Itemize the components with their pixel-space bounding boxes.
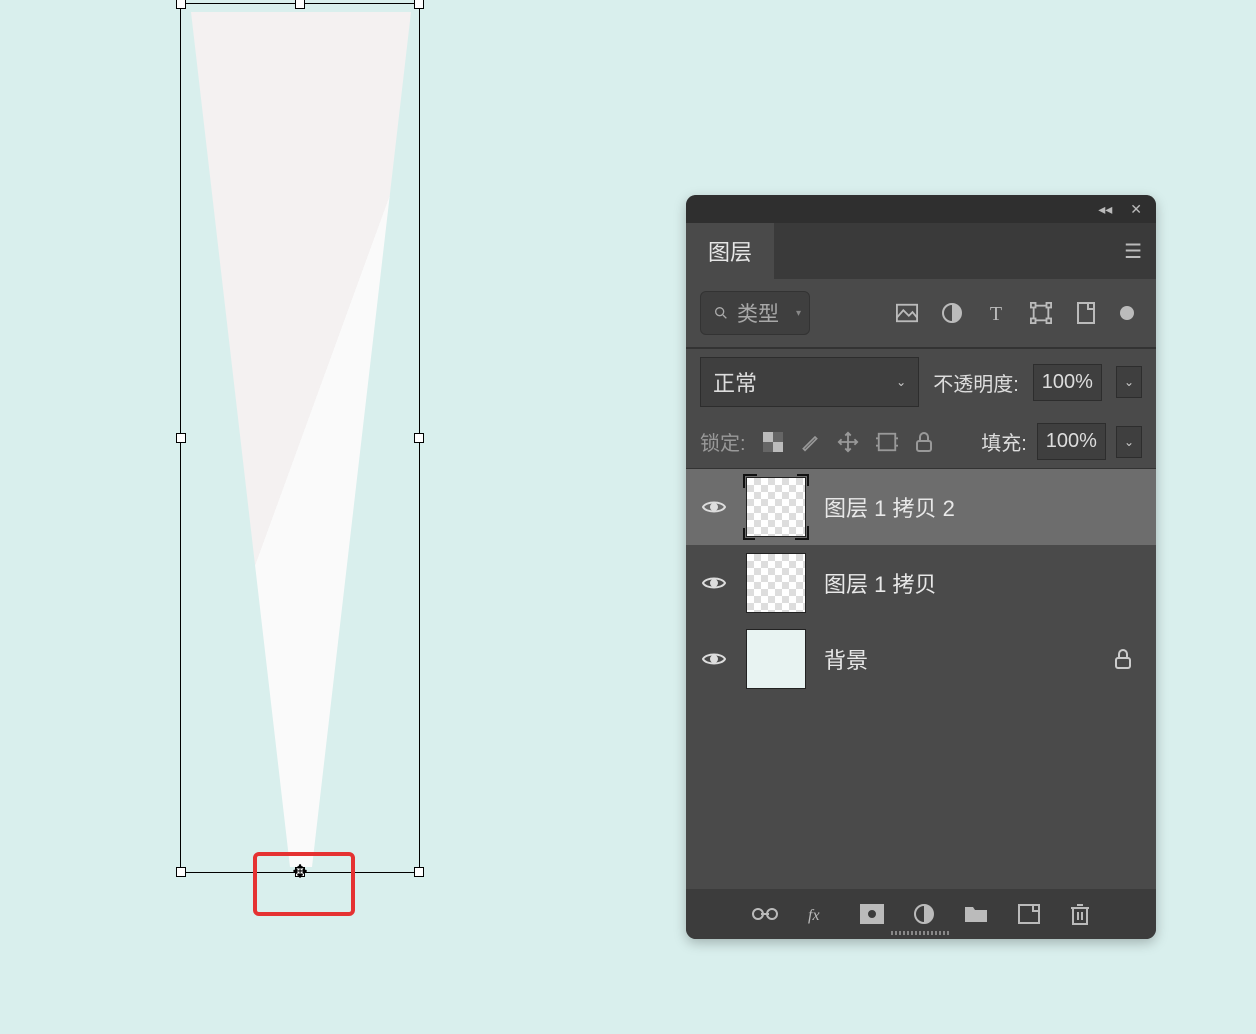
annotation-highlight [253,852,355,916]
transform-bounding-box[interactable]: ✥ [180,3,420,873]
chevron-down-icon: ▾ [796,308,801,319]
collapse-icon[interactable]: ◂◂ [1098,201,1112,218]
handle-middle-left[interactable] [176,433,186,443]
new-group-icon[interactable] [964,904,988,924]
new-layer-icon[interactable] [1018,904,1040,924]
layer-name[interactable]: 背景 [824,643,868,675]
layer-thumbnail[interactable] [746,553,806,613]
filter-adjustment-icon[interactable] [942,303,962,323]
filter-smartobject-icon[interactable] [1076,302,1096,324]
search-icon [713,305,729,321]
lock-label: 锁定: [700,427,746,456]
canvas-shape [191,12,411,867]
svg-text:fx: fx [808,907,820,924]
lock-position-icon[interactable] [837,431,859,453]
delete-layer-icon[interactable] [1070,903,1090,925]
chevron-down-icon: ⌄ [896,375,906,389]
fill-chevron[interactable]: ⌄ [1116,426,1142,458]
lock-brush-icon[interactable] [800,432,820,452]
layer-list: 图层 1 拷贝 2 图层 1 拷贝 背景 [686,469,1156,889]
handle-top-middle[interactable] [295,0,305,9]
adjustment-layer-icon[interactable] [914,904,934,924]
lock-icon [1114,649,1142,669]
handle-middle-right[interactable] [414,433,424,443]
handle-bottom-left[interactable] [176,867,186,877]
filter-toggle-icon[interactable] [1120,306,1134,320]
visibility-icon[interactable] [700,651,728,667]
filter-type-dropdown[interactable]: 类型 ▾ [700,291,810,335]
resize-grip[interactable] [891,931,951,935]
layer-row[interactable]: 图层 1 拷贝 [686,545,1156,621]
lock-transparency-icon[interactable] [763,432,783,452]
opacity-chevron[interactable]: ⌄ [1116,366,1142,398]
opacity-label: 不透明度: [933,368,1019,397]
filter-type-icon[interactable]: T [986,303,1006,323]
close-icon[interactable]: ✕ [1130,201,1142,218]
layer-thumbnail[interactable] [746,629,806,689]
panel-tab-row: 图层 ☰ [686,223,1156,279]
layer-mask-icon[interactable] [860,904,884,924]
lock-row: 锁定: 填充: 100% ⌄ [686,415,1156,469]
layers-panel: ◂◂ ✕ 图层 ☰ 类型 ▾ T [686,195,1156,939]
layer-row[interactable]: 背景 [686,621,1156,697]
layer-filter-row: 类型 ▾ T [686,279,1156,349]
layer-thumbnail[interactable] [746,477,806,537]
filter-pixel-icon[interactable] [896,303,918,323]
link-layers-icon[interactable] [752,906,778,922]
visibility-icon[interactable] [700,499,728,515]
lock-artboard-icon[interactable] [876,431,898,453]
fill-value[interactable]: 100% [1037,423,1106,460]
handle-top-right[interactable] [414,0,424,9]
filter-type-label: 类型 [737,298,779,328]
layer-name[interactable]: 图层 1 拷贝 [824,567,936,599]
blend-mode-dropdown[interactable]: 正常 ⌄ [700,357,919,407]
blend-row: 正常 ⌄ 不透明度: 100% ⌄ [686,349,1156,415]
panel-titlebar[interactable]: ◂◂ ✕ [686,195,1156,223]
layer-name[interactable]: 图层 1 拷贝 2 [824,491,955,523]
tab-layers[interactable]: 图层 [686,223,774,279]
svg-text:T: T [990,303,1002,323]
handle-top-left[interactable] [176,0,186,9]
visibility-icon[interactable] [700,575,728,591]
fill-label: 填充: [981,427,1027,456]
filter-shape-icon[interactable] [1030,302,1052,324]
opacity-value[interactable]: 100% [1033,364,1102,401]
layer-row[interactable]: 图层 1 拷贝 2 [686,469,1156,545]
layer-effects-icon[interactable]: fx [808,904,830,924]
handle-bottom-right[interactable] [414,867,424,877]
lock-all-icon[interactable] [915,432,933,452]
panel-footer: fx [686,889,1156,939]
panel-menu-icon[interactable]: ☰ [1124,239,1142,264]
blend-mode-value: 正常 [713,366,757,398]
